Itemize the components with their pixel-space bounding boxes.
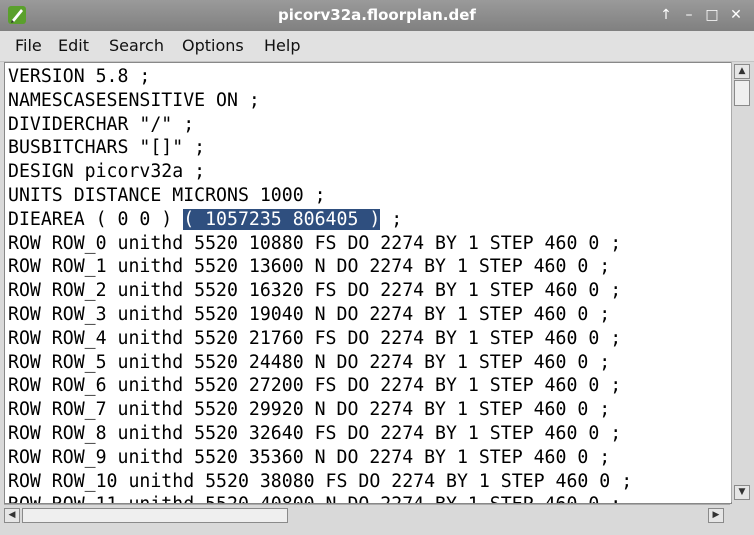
text-line-diearea: DIEAREA ( 0 0 ) ( 1057235 806405 ) ; [8, 208, 402, 232]
text-line: ROW ROW_1 unithd 5520 13600 N DO 2274 BY… [8, 256, 611, 278]
text-line: ROW ROW_5 unithd 5520 24480 N DO 2274 BY… [8, 351, 611, 373]
menu-file[interactable]: File [15, 36, 42, 55]
text-line: ROW ROW_8 unithd 5520 32640 FS DO 2274 B… [8, 423, 622, 444]
text-line: UNITS DISTANCE MICRONS 1000 ; [8, 185, 326, 206]
window-title: picorv32a.floorplan.def [278, 6, 476, 24]
menu-edit[interactable]: Edit [58, 36, 89, 55]
minimize-icon[interactable]: – [680, 6, 698, 24]
text-line: ROW ROW_0 unithd 5520 10880 FS DO 2274 B… [8, 232, 622, 254]
menu-search[interactable]: Search [109, 36, 164, 55]
text-line: BUSBITCHARS "[]" ; [8, 137, 206, 159]
text-line: ROW ROW_2 unithd 5520 16320 FS DO 2274 B… [8, 280, 622, 302]
menu-bar: File Edit Search Options Help [0, 31, 754, 62]
scroll-up-icon[interactable]: ▲ [734, 64, 750, 79]
text-line: ROW ROW_6 unithd 5520 27200 FS DO 2274 B… [8, 375, 622, 397]
text-before-selection: DIEAREA ( 0 0 ) [8, 208, 184, 230]
text-line: ROW ROW_11 unithd 5520 40800 N DO 2274 B… [8, 493, 621, 503]
text-line: ROW ROW_10 unithd 5520 38080 FS DO 2274 … [8, 470, 633, 492]
always-on-top-icon[interactable]: ↑ [657, 6, 675, 24]
scroll-right-icon[interactable]: ▶ [708, 508, 724, 523]
text-line: DIVIDERCHAR "/" ; [8, 113, 195, 135]
text-line: ROW ROW_9 unithd 5520 35360 N DO 2274 BY… [8, 446, 611, 468]
menu-options[interactable]: Options [182, 36, 244, 55]
text-line: ROW ROW_3 unithd 5520 19040 N DO 2274 BY… [8, 304, 611, 325]
text-area[interactable]: VERSION 5.8 ; NAMESCASESENSITIVE ON ; DI… [4, 62, 732, 504]
horizontal-scroll-thumb[interactable] [22, 508, 288, 523]
vertical-scrollbar[interactable]: ▲ ▼ [731, 62, 752, 502]
text-line: VERSION 5.8 ; [8, 66, 151, 87]
text-line: ROW ROW_4 unithd 5520 21760 FS DO 2274 B… [8, 327, 622, 349]
text-after-selection: ; [380, 208, 403, 230]
selected-text[interactable]: ( 1057235 806405 ) [183, 208, 381, 230]
title-bar[interactable]: picorv32a.floorplan.def ↑ – □ ✕ [0, 0, 754, 31]
text-line: ROW ROW_7 unithd 5520 29920 N DO 2274 BY… [8, 399, 611, 421]
scroll-down-icon[interactable]: ▼ [734, 485, 750, 500]
text-line: DESIGN picorv32a ; [8, 161, 206, 183]
close-icon[interactable]: ✕ [727, 6, 745, 24]
scroll-left-icon[interactable]: ◀ [4, 508, 20, 523]
maximize-icon[interactable]: □ [703, 6, 721, 24]
editor-window: picorv32a.floorplan.def ↑ – □ ✕ File Edi… [0, 0, 754, 535]
menu-help[interactable]: Help [264, 36, 300, 55]
vertical-scroll-thumb[interactable] [734, 80, 750, 106]
text-line: NAMESCASESENSITIVE ON ; [8, 89, 260, 111]
horizontal-scrollbar[interactable]: ◀ ▶ [4, 504, 730, 527]
